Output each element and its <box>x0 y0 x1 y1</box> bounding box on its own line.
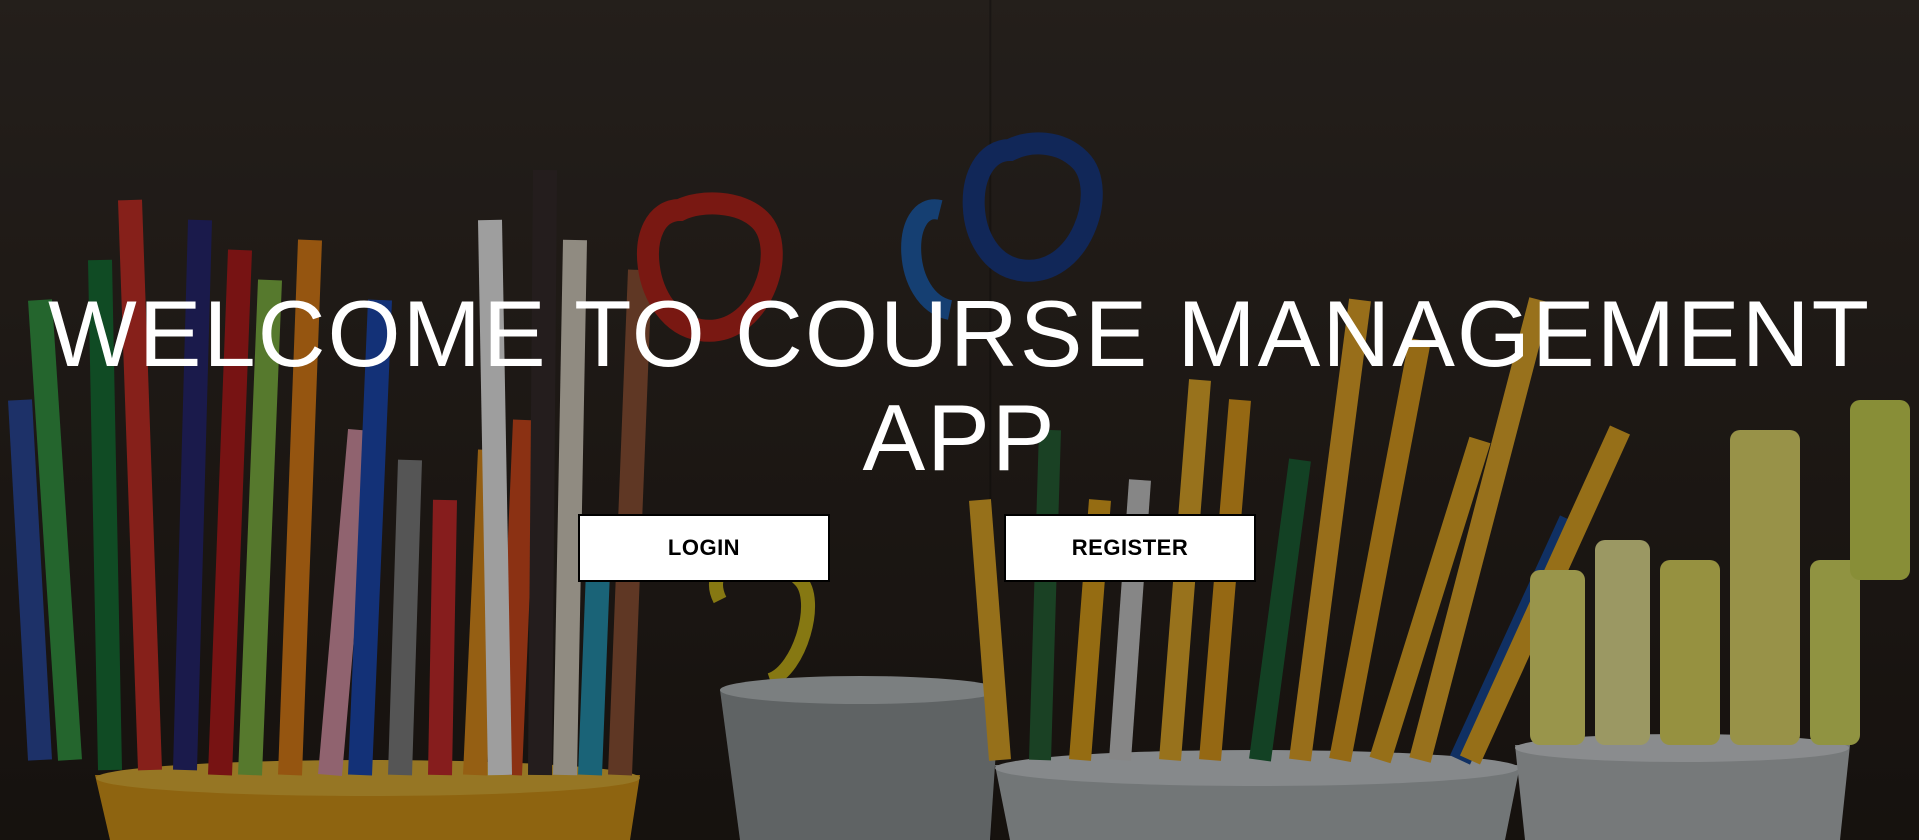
hero-actions: LOGIN REGISTER <box>0 514 1919 584</box>
page-title: WELCOME TO COURSE MANAGEMENT APP <box>47 281 1872 490</box>
register-button[interactable]: REGISTER <box>1004 514 1256 582</box>
hero-section: WELCOME TO COURSE MANAGEMENT APP <box>0 282 1919 490</box>
login-button[interactable]: LOGIN <box>578 514 830 582</box>
